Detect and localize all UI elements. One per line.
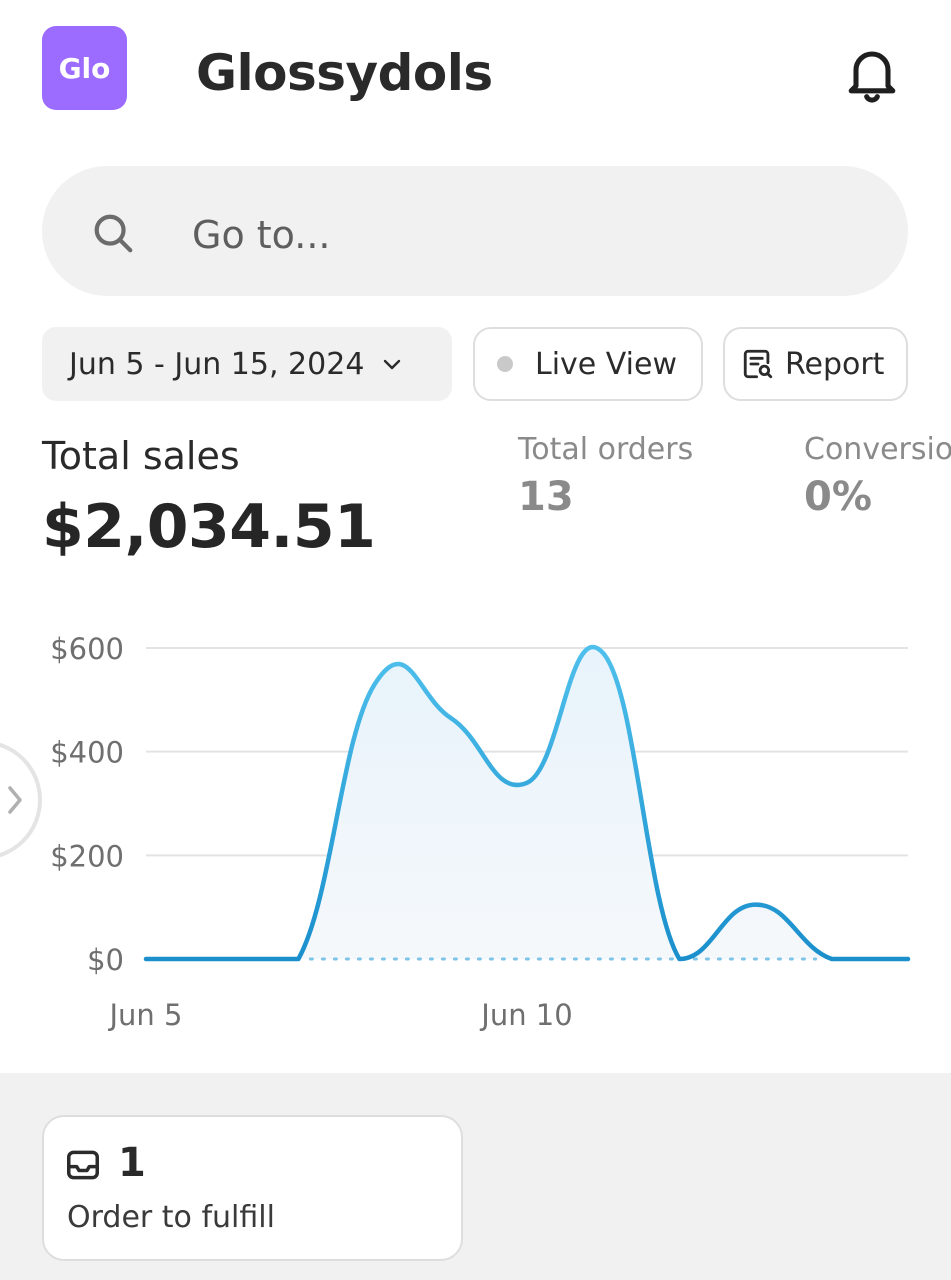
series-area [146, 646, 908, 959]
y-tick-label: $400 [50, 736, 124, 770]
total-sales-label: Total sales [42, 434, 240, 478]
report-label: Report [785, 346, 885, 382]
live-status-dot [497, 356, 513, 372]
inbox-icon [67, 1150, 99, 1180]
total-orders-label[interactable]: Total orders [518, 432, 693, 467]
y-tick-label: $600 [50, 632, 124, 666]
conversion-label[interactable]: Conversio [804, 432, 951, 467]
live-view-label: Live View [535, 346, 677, 382]
live-view-button[interactable]: Live View [473, 327, 703, 401]
conversion-value: 0% [804, 474, 872, 520]
date-range-label: Jun 5 - Jun 15, 2024 [69, 346, 365, 382]
report-icon [743, 349, 773, 379]
total-sales-value: $2,034.51 [42, 492, 376, 562]
x-tick-label: Jun 10 [479, 998, 572, 1032]
total-orders-value: 13 [518, 474, 574, 520]
sales-chart[interactable]: $0 $200 $400 $600 Jun 5 Jun 10 [0, 610, 951, 1050]
store-logo[interactable]: Glo [42, 26, 127, 110]
store-logo-text: Glo [58, 51, 111, 85]
orders-to-fulfill-count: 1 [118, 1140, 146, 1186]
y-axis-ticks: $0 $200 $400 $600 [50, 632, 124, 977]
home-screen: Glo Glossydols Jun 5 - Jun 15, 2024 Live… [0, 0, 951, 1280]
x-tick-label: Jun 5 [108, 998, 183, 1032]
report-button[interactable]: Report [723, 327, 908, 401]
y-tick-label: $0 [87, 943, 124, 977]
search-icon [94, 214, 133, 253]
store-name[interactable]: Glossydols [196, 44, 493, 102]
x-axis-ticks: Jun 5 Jun 10 [108, 998, 573, 1032]
date-range-button[interactable]: Jun 5 - Jun 15, 2024 [42, 327, 452, 401]
bell-icon[interactable] [840, 42, 904, 106]
orders-to-fulfill-label: Order to fulfill [67, 1200, 275, 1235]
chevron-down-icon [384, 359, 401, 370]
orders-to-fulfill-card[interactable] [42, 1115, 463, 1261]
y-tick-label: $200 [50, 839, 124, 873]
chevron-right-icon[interactable] [0, 738, 44, 862]
chart-series [143, 644, 911, 962]
search-input[interactable] [192, 208, 832, 262]
